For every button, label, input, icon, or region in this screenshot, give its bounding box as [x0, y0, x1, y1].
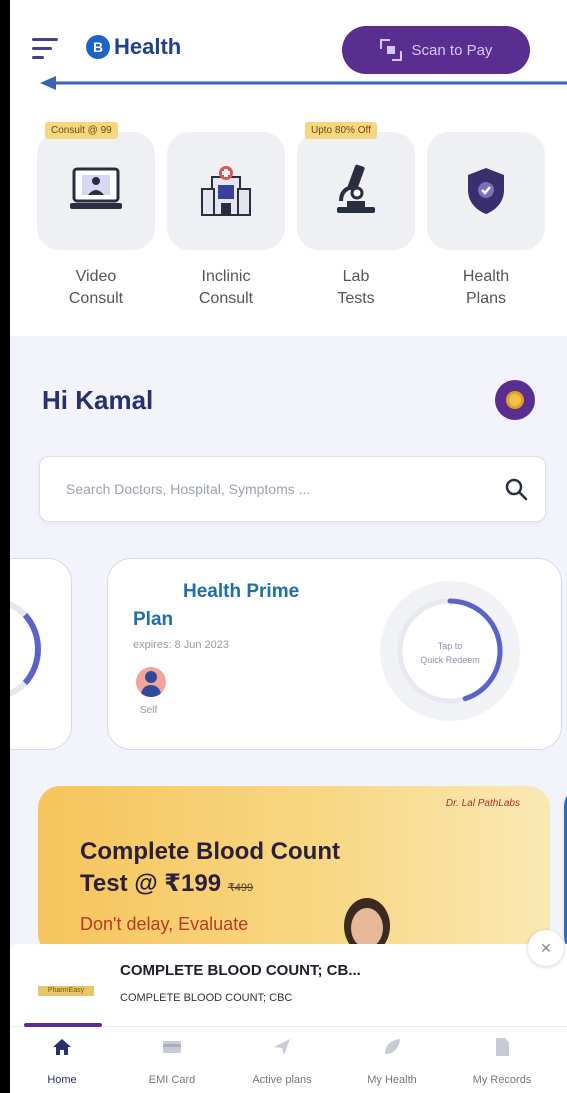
service-tile[interactable]	[427, 132, 545, 250]
service-health-plans[interactable]: Health Plans	[427, 132, 545, 310]
search-placeholder[interactable]: Search Doctors, Hospital, Symptoms ...	[66, 481, 310, 497]
service-video-consult[interactable]: Consult @ 99 Video Consult	[37, 122, 155, 310]
service-tile[interactable]	[167, 132, 285, 250]
promo-subtitle: Don't delay, Evaluate	[80, 914, 249, 934]
plan-expiry: expires: 8 Jun 2023	[133, 639, 230, 651]
nav-my-records[interactable]: My Records	[447, 1037, 557, 1086]
brand-badge-icon: B	[86, 35, 110, 59]
rewards-coin-icon[interactable]	[495, 380, 535, 420]
search-bar[interactable]: Search Doctors, Hospital, Symptoms ...	[39, 456, 546, 522]
quick-redeem-text[interactable]: Tap to Quick Redeem	[412, 639, 488, 667]
service-tile[interactable]	[297, 132, 415, 250]
nav-label: Active plans	[252, 1074, 312, 1086]
service-badge: Upto 80% Off	[305, 122, 377, 139]
microscope-icon	[337, 164, 375, 213]
promo-old-price: ₹499	[227, 882, 254, 894]
nav-active-plans[interactable]: Active plans	[227, 1037, 337, 1086]
service-label-line2: Consult	[198, 290, 254, 307]
plan-subtitle: Plan	[133, 609, 174, 630]
home-icon	[53, 1039, 71, 1055]
promo-banner[interactable]: Dr. Lal PathLabs Complete Blood Count Te…	[38, 786, 550, 956]
avatar[interactable]	[136, 667, 166, 697]
nav-label: My Records	[472, 1074, 532, 1086]
service-label-line1: Video	[75, 268, 117, 285]
video-consult-icon	[70, 167, 122, 209]
service-label: Lab Tests	[297, 266, 415, 310]
hamburger-menu-icon[interactable]	[32, 38, 60, 60]
nav-label: My Health	[367, 1074, 417, 1086]
ring-text-line1: Tap to	[437, 641, 463, 651]
member-label: Self	[140, 705, 158, 716]
previous-plan-card[interactable]	[10, 558, 72, 750]
service-label: Video Consult	[37, 266, 155, 310]
service-label-line2: Plans	[465, 290, 507, 307]
left-arrow-icon	[40, 76, 567, 90]
close-button[interactable]: ✕	[528, 930, 564, 966]
service-label: Inclinic Consult	[167, 266, 285, 310]
send-icon	[274, 1039, 290, 1055]
app-screen: B Health Scan to Pay Consult @ 99 Video …	[10, 0, 567, 1093]
service-lab-tests[interactable]: Upto 80% Off Lab Tests	[297, 122, 415, 310]
nav-label: EMI Card	[148, 1074, 196, 1086]
scan-to-pay-label: Scan to Pay	[411, 41, 493, 59]
service-inclinic-consult[interactable]: Inclinic Consult	[167, 132, 285, 310]
card-icon	[163, 1041, 181, 1053]
nav-home[interactable]: Home	[10, 1037, 117, 1086]
service-label: Health Plans	[427, 266, 545, 310]
scan-to-pay-button[interactable]: Scan to Pay	[342, 26, 530, 74]
promo-title-line2: Test @ ₹199 ₹499	[80, 868, 340, 904]
service-tile[interactable]	[37, 132, 155, 250]
service-badge: Consult @ 99	[45, 122, 118, 139]
nav-label: Home	[47, 1074, 77, 1086]
brand-name: Health	[114, 34, 182, 59]
promo-title: Complete Blood Count Test @ ₹199 ₹499	[80, 836, 340, 904]
search-icon[interactable]	[504, 477, 528, 501]
ring-text-line2: Quick Redeem	[420, 655, 480, 665]
promo-price: Test @ ₹199	[80, 870, 222, 897]
plan-title: Health Prime	[183, 581, 300, 602]
qr-scan-icon	[379, 39, 402, 61]
greeting-heading: Hi Kamal	[42, 385, 154, 415]
nav-emi-card[interactable]: EMI Card	[117, 1037, 227, 1086]
leaf-icon	[385, 1039, 400, 1054]
top-header: B Health Scan to Pay	[10, 0, 567, 100]
active-tab-indicator	[24, 1023, 102, 1027]
bottom-navigation: Home EMI Card Active plans My Health My …	[10, 1023, 567, 1093]
promo-title-line1: Complete Blood Count	[80, 838, 340, 865]
cart-item-subtitle: COMPLETE BLOOD COUNT; CBC	[120, 992, 293, 1004]
cart-item-title[interactable]: COMPLETE BLOOD COUNT; CB...	[120, 962, 361, 979]
cart-notification-bar[interactable]: PharmEasy COMPLETE BLOOD COUNT; CB... CO…	[10, 930, 567, 1026]
pharmacy-badge: PharmEasy	[38, 986, 94, 996]
nav-my-health[interactable]: My Health	[337, 1037, 447, 1086]
lab-brand-tag: Dr. Lal PathLabs	[445, 798, 520, 809]
service-label-line1: Lab	[342, 268, 370, 285]
document-icon	[496, 1038, 509, 1056]
service-label-line1: Health	[462, 268, 510, 285]
progress-ring	[10, 599, 41, 699]
services-row: Consult @ 99 Video Consult Inclinic Cons…	[10, 100, 567, 336]
health-prime-plan-card[interactable]: Health Prime Plan expires: 8 Jun 2023 Se…	[107, 558, 562, 750]
service-label-line1: Inclinic	[201, 268, 251, 285]
brand-logo: B Health	[86, 34, 181, 60]
shield-icon	[468, 168, 504, 214]
service-label-line2: Tests	[337, 290, 375, 307]
service-label-line2: Consult	[68, 290, 124, 307]
hospital-icon	[201, 166, 251, 216]
